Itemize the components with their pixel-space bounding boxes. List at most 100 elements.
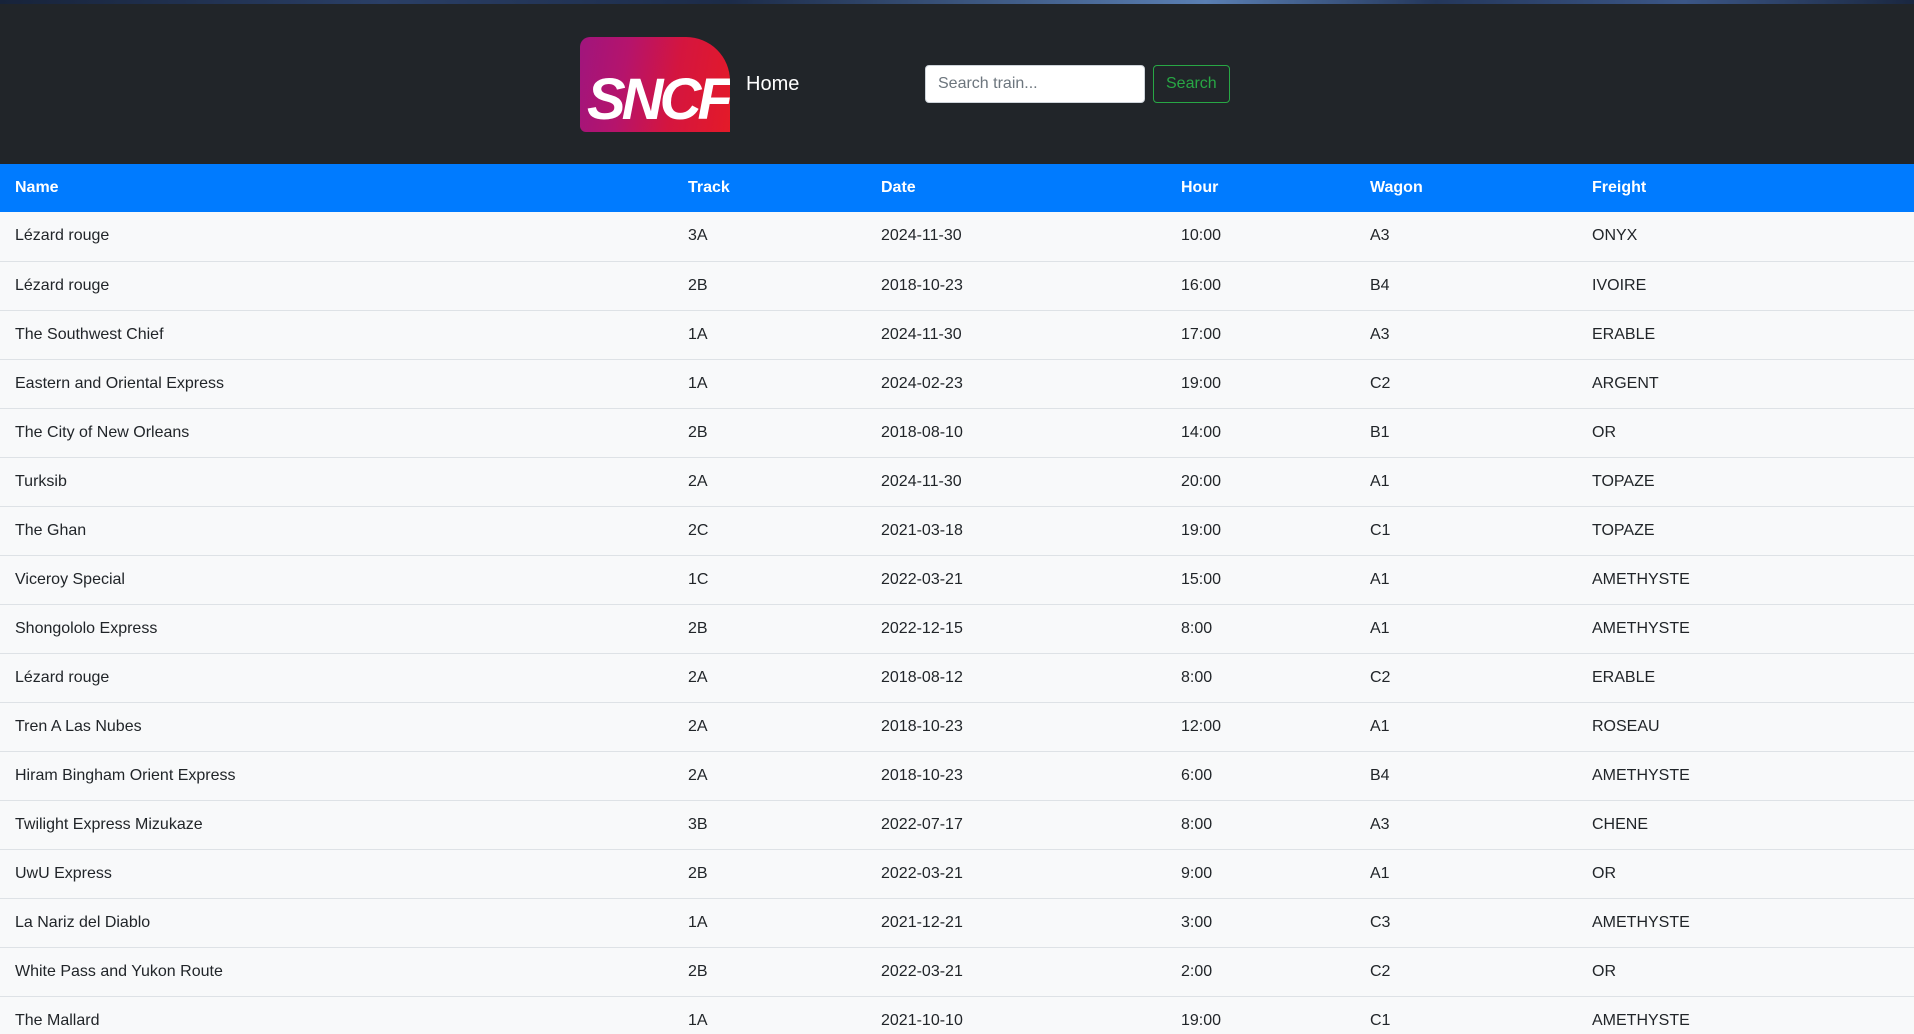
cell-date: 2021-10-10: [866, 996, 1166, 1034]
cell-freight: TOPAZE: [1577, 457, 1914, 507]
cell-hour: 17:00: [1166, 310, 1355, 360]
cell-date: 2022-03-21: [866, 555, 1166, 605]
cell-freight: IVOIRE: [1577, 261, 1914, 311]
cell-hour: 6:00: [1166, 751, 1355, 801]
table-row[interactable]: Lézard rouge 2A 2018-08-12 8:00 C2 ERABLE: [0, 653, 1914, 703]
table-row[interactable]: Lézard rouge 2B 2018-10-23 16:00 B4 IVOIRE: [0, 261, 1914, 311]
table-row[interactable]: The City of New Orleans 2B 2018-08-10 14:00…: [0, 408, 1914, 458]
table-row[interactable]: Tren A Las Nubes 2A 2018-10-23 12:00 A1 ROSEA…: [0, 702, 1914, 752]
column-header-date[interactable]: Date: [866, 164, 1166, 212]
cell-freight: ONYX: [1577, 212, 1914, 262]
cell-date: 2024-11-30: [866, 310, 1166, 360]
cell-freight: AMETHYSTE: [1577, 751, 1914, 801]
cell-date: 2022-12-15: [866, 604, 1166, 654]
column-header-wagon[interactable]: Wagon: [1355, 164, 1577, 212]
cell-freight: ROSEAU: [1577, 702, 1914, 752]
logo-text: SNCF: [587, 67, 730, 132]
cell-date: 2018-10-23: [866, 751, 1166, 801]
column-header-name[interactable]: Name: [0, 164, 673, 212]
cell-hour: 15:00: [1166, 555, 1355, 605]
sncf-logo[interactable]: SNCF: [580, 37, 730, 132]
cell-name: Tren A Las Nubes: [0, 702, 673, 752]
cell-wagon: A3: [1355, 310, 1577, 360]
cell-date: 2018-10-23: [866, 261, 1166, 311]
cell-hour: 16:00: [1166, 261, 1355, 311]
cell-name: The Southwest Chief: [0, 310, 673, 360]
cell-name: The City of New Orleans: [0, 408, 673, 458]
search-form: Search: [925, 65, 1230, 103]
cell-name: The Mallard: [0, 996, 673, 1034]
cell-track: 2A: [673, 457, 866, 507]
cell-freight: OR: [1577, 408, 1914, 458]
table-header: Name Track Date Hour Wagon Freight: [0, 164, 1914, 212]
cell-hour: 14:00: [1166, 408, 1355, 458]
table-row[interactable]: Hiram Bingham Orient Express 2A 2018-10-23…: [0, 751, 1914, 801]
cell-name: Eastern and Oriental Express: [0, 359, 673, 409]
cell-name: Shongololo Express: [0, 604, 673, 654]
table-row[interactable]: Twilight Express Mizukaze 3B 2022-07-17 8:0…: [0, 800, 1914, 850]
table-row[interactable]: UwU Express 2B 2022-03-21 9:00 A1 OR: [0, 849, 1914, 899]
table-row[interactable]: Viceroy Special 1C 2022-03-21 15:00 A1 AMETHY…: [0, 555, 1914, 605]
cell-wagon: C2: [1355, 653, 1577, 703]
cell-freight: ERABLE: [1577, 653, 1914, 703]
cell-wagon: A1: [1355, 702, 1577, 752]
brand: SNCF Home: [580, 37, 799, 132]
cell-name: Hiram Bingham Orient Express: [0, 751, 673, 801]
cell-track: 2A: [673, 702, 866, 752]
cell-freight: OR: [1577, 849, 1914, 899]
cell-hour: 8:00: [1166, 604, 1355, 654]
cell-wagon: C3: [1355, 898, 1577, 948]
cell-name: La Nariz del Diablo: [0, 898, 673, 948]
cell-wagon: A1: [1355, 457, 1577, 507]
cell-wagon: A1: [1355, 555, 1577, 605]
cell-hour: 10:00: [1166, 212, 1355, 262]
cell-hour: 9:00: [1166, 849, 1355, 899]
table-row[interactable]: The Mallard 1A 2021-10-10 19:00 C1 AMETHYSTE: [0, 996, 1914, 1034]
cell-track: 2A: [673, 751, 866, 801]
table-row[interactable]: Turksib 2A 2024-11-30 20:00 A1 TOPAZE: [0, 457, 1914, 507]
cell-hour: 19:00: [1166, 359, 1355, 409]
cell-date: 2022-07-17: [866, 800, 1166, 850]
nav-home-link[interactable]: Home: [746, 73, 799, 96]
cell-date: 2018-08-12: [866, 653, 1166, 703]
cell-date: 2018-08-10: [866, 408, 1166, 458]
column-header-freight[interactable]: Freight: [1577, 164, 1914, 212]
cell-date: 2024-02-23: [866, 359, 1166, 409]
table-row[interactable]: White Pass and Yukon Route 2B 2022-03-21 2:…: [0, 947, 1914, 997]
cell-date: 2021-12-21: [866, 898, 1166, 948]
table-row[interactable]: Eastern and Oriental Express 1A 2024-02-23…: [0, 359, 1914, 409]
search-button[interactable]: Search: [1153, 65, 1230, 103]
cell-name: Lézard rouge: [0, 261, 673, 311]
table-header-row: Name Track Date Hour Wagon Freight: [0, 164, 1914, 212]
cell-name: Viceroy Special: [0, 555, 673, 605]
cell-track: 2B: [673, 604, 866, 654]
cell-track: 1A: [673, 310, 866, 360]
cell-track: 3B: [673, 800, 866, 850]
cell-track: 2A: [673, 653, 866, 703]
cell-wagon: A1: [1355, 849, 1577, 899]
table-row[interactable]: Shongololo Express 2B 2022-12-15 8:00 A1 AMET…: [0, 604, 1914, 654]
cell-name: UwU Express: [0, 849, 673, 899]
cell-wagon: C2: [1355, 947, 1577, 997]
cell-hour: 2:00: [1166, 947, 1355, 997]
column-header-track[interactable]: Track: [673, 164, 866, 212]
cell-date: 2021-03-18: [866, 506, 1166, 556]
table-row[interactable]: The Ghan 2C 2021-03-18 19:00 C1 TOPAZE: [0, 506, 1914, 556]
cell-track: 1A: [673, 898, 866, 948]
cell-name: Turksib: [0, 457, 673, 507]
cell-track: 2C: [673, 506, 866, 556]
cell-wagon: A1: [1355, 604, 1577, 654]
table-row[interactable]: Lézard rouge 3A 2024-11-30 10:00 A3 ONYX: [0, 212, 1914, 262]
cell-track: 2B: [673, 261, 866, 311]
cell-freight: AMETHYSTE: [1577, 555, 1914, 605]
search-input[interactable]: [925, 65, 1145, 103]
trains-table: Name Track Date Hour Wagon Freight Lézar…: [0, 164, 1914, 1034]
column-header-hour[interactable]: Hour: [1166, 164, 1355, 212]
cell-wagon: B4: [1355, 261, 1577, 311]
table-row[interactable]: The Southwest Chief 1A 2024-11-30 17:00 A3 ER…: [0, 310, 1914, 360]
cell-wagon: B4: [1355, 751, 1577, 801]
cell-hour: 3:00: [1166, 898, 1355, 948]
cell-date: 2024-11-30: [866, 457, 1166, 507]
cell-name: White Pass and Yukon Route: [0, 947, 673, 997]
table-row[interactable]: La Nariz del Diablo 1A 2021-12-21 3:00 C3 AME…: [0, 898, 1914, 948]
